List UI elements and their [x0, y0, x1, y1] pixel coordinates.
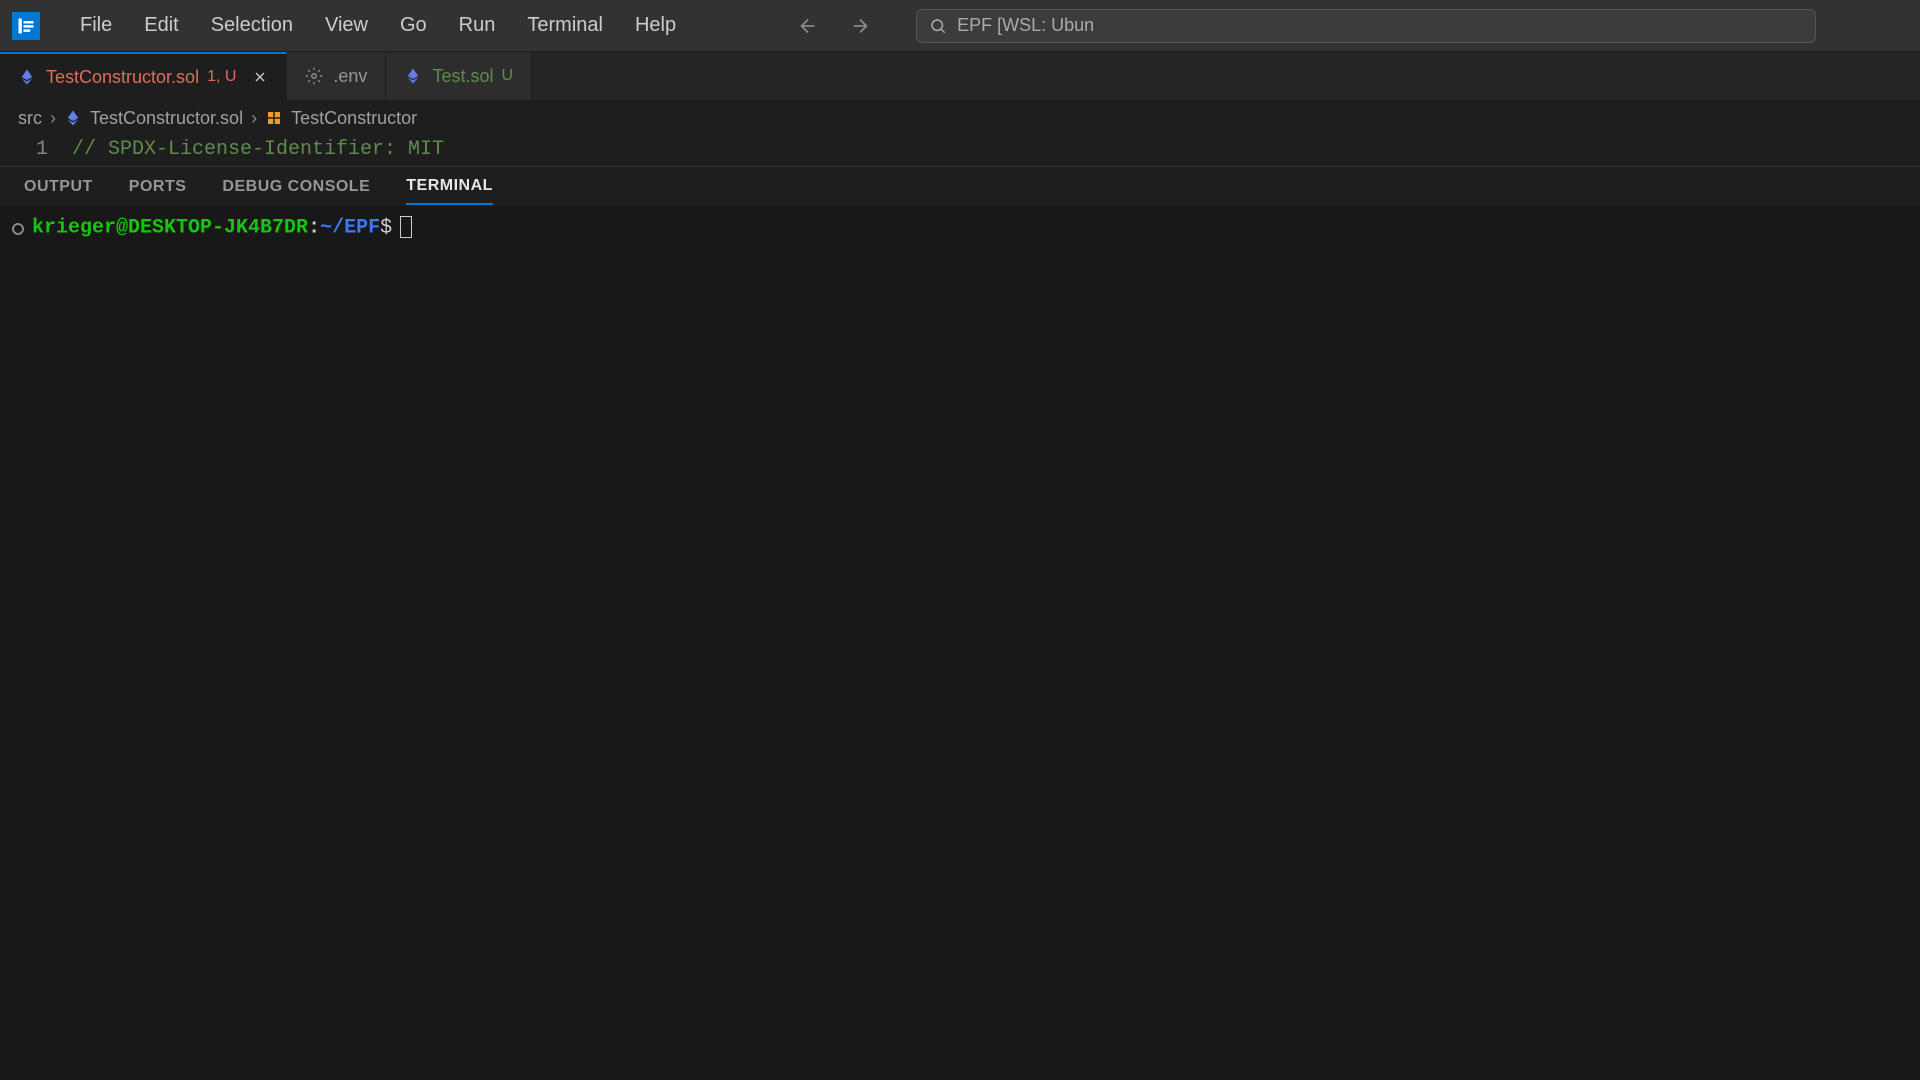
chevron-right-icon: ›: [251, 108, 257, 129]
circle-icon: [12, 223, 24, 235]
search-text: EPF [WSL: Ubun: [957, 15, 1094, 36]
close-icon[interactable]: [252, 69, 268, 85]
tab-filename: Test.sol: [432, 66, 493, 87]
menu-selection[interactable]: Selection: [195, 8, 309, 43]
titlebar: File Edit Selection View Go Run Terminal…: [0, 0, 1920, 52]
ethereum-icon: [404, 67, 422, 85]
tab-test[interactable]: Test.sol U: [386, 52, 532, 100]
menu-go[interactable]: Go: [384, 8, 443, 43]
ethereum-icon: [64, 109, 82, 127]
breadcrumb-part[interactable]: TestConstructor: [291, 108, 417, 129]
panel-tab-output[interactable]: OUTPUT: [24, 170, 93, 204]
terminal-cursor: [400, 216, 412, 238]
breadcrumb-part[interactable]: TestConstructor.sol: [90, 108, 243, 129]
terminal-prompt: krieger@DESKTOP-JK4B7DR:~/EPF$: [32, 216, 412, 239]
menu-help[interactable]: Help: [619, 8, 692, 43]
menu-terminal[interactable]: Terminal: [511, 8, 619, 43]
menu-run[interactable]: Run: [443, 8, 512, 43]
editor-tabs: TestConstructor.sol 1, U .env Test.sol U: [0, 52, 1920, 100]
nav-back-button[interactable]: [792, 10, 824, 42]
tab-env[interactable]: .env: [287, 52, 386, 100]
panel-tab-debug-console[interactable]: DEBUG CONSOLE: [222, 170, 370, 204]
search-icon: [929, 17, 947, 35]
gear-icon: [305, 67, 323, 85]
tab-status: U: [501, 67, 513, 85]
line-number: 1: [0, 138, 72, 161]
menu-edit[interactable]: Edit: [128, 8, 194, 43]
prompt-dollar: $: [380, 216, 392, 239]
ethereum-icon: [18, 68, 36, 86]
tab-filename: TestConstructor.sol: [46, 67, 199, 88]
panel-tab-ports[interactable]: PORTS: [129, 170, 187, 204]
tab-testconstructor[interactable]: TestConstructor.sol 1, U: [0, 52, 287, 100]
class-icon: [265, 109, 283, 127]
code-line[interactable]: // SPDX-License-Identifier: MIT: [72, 138, 444, 161]
breadcrumb[interactable]: src › TestConstructor.sol › TestConstruc…: [0, 100, 1920, 136]
panel-tab-terminal[interactable]: TERMINAL: [406, 169, 493, 205]
tab-filename: .env: [333, 66, 367, 87]
menu-file[interactable]: File: [64, 8, 128, 43]
panel-tabs: OUTPUT PORTS DEBUG CONSOLE TERMINAL: [0, 166, 1920, 206]
breadcrumb-part[interactable]: src: [18, 108, 42, 129]
tab-status: 1, U: [207, 68, 236, 86]
search-input[interactable]: EPF [WSL: Ubun: [916, 9, 1816, 43]
prompt-user: krieger: [32, 216, 116, 239]
chevron-right-icon: ›: [50, 108, 56, 129]
code-editor[interactable]: 1 // SPDX-License-Identifier: MIT: [0, 136, 1920, 166]
terminal[interactable]: krieger@DESKTOP-JK4B7DR:~/EPF$: [0, 206, 1920, 1080]
prompt-host: @: [116, 216, 128, 239]
nav-forward-button[interactable]: [844, 10, 876, 42]
menu-view[interactable]: View: [309, 8, 384, 43]
vscode-icon[interactable]: [12, 12, 40, 40]
prompt-path: ~/EPF: [320, 216, 380, 239]
